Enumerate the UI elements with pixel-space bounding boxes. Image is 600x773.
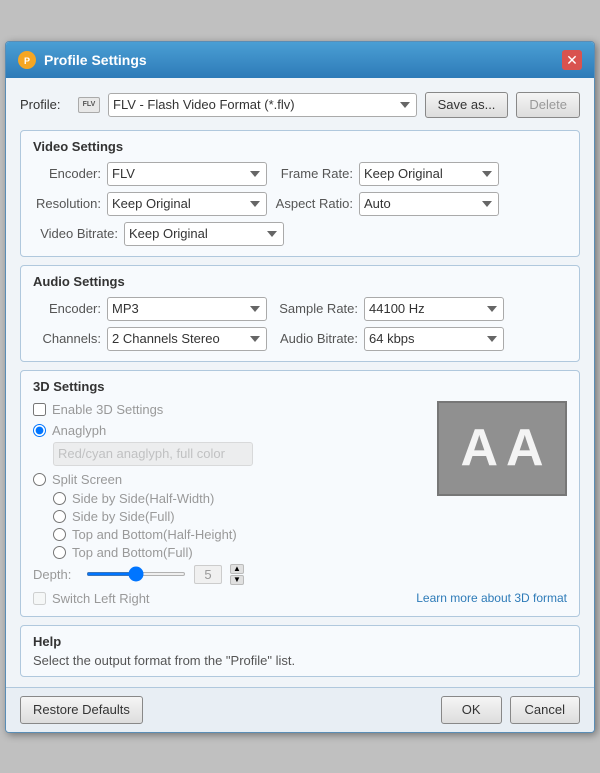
- footer-right-buttons: OK Cancel: [441, 696, 580, 724]
- app-icon: P: [18, 51, 36, 69]
- side-half-radio[interactable]: [53, 492, 66, 505]
- video-settings-title: Video Settings: [33, 139, 567, 154]
- title-bar-left: P Profile Settings: [18, 51, 147, 69]
- audio-encoder-select[interactable]: MP3: [107, 297, 267, 321]
- preview-letter-right: A: [506, 418, 544, 478]
- svg-text:P: P: [24, 56, 30, 66]
- audio-form-grid: Encoder: MP3 Sample Rate: 44100 Hz Chann…: [33, 297, 567, 351]
- profile-settings-dialog: P Profile Settings ✕ Profile: FLV FLV - …: [5, 41, 595, 733]
- framerate-select[interactable]: Keep Original: [359, 162, 499, 186]
- audio-bitrate-label: Audio Bitrate:: [273, 331, 358, 346]
- video-settings-section: Video Settings Encoder: FLV Frame Rate: …: [20, 130, 580, 257]
- depth-value: 5: [194, 565, 222, 584]
- 3d-settings-title: 3D Settings: [33, 379, 567, 394]
- ok-button[interactable]: OK: [441, 696, 502, 724]
- preview-letter-left: A: [460, 418, 498, 478]
- video-bitrate-label: Video Bitrate:: [33, 226, 118, 241]
- top-half-row: Top and Bottom(Half-Height): [53, 527, 567, 542]
- anaglyph-label: Anaglyph: [52, 423, 106, 438]
- video-encoder-select[interactable]: FLV: [107, 162, 267, 186]
- resolution-label: Resolution:: [33, 196, 101, 211]
- enable-3d-label: Enable 3D Settings: [52, 402, 163, 417]
- switch-left-right-checkbox: [33, 592, 46, 605]
- depth-slider[interactable]: [86, 572, 186, 576]
- enable-3d-checkbox[interactable]: [33, 403, 46, 416]
- aspect-ratio-label: Aspect Ratio:: [273, 196, 353, 211]
- 3d-settings-section: 3D Settings A A Enable 3D Settings Anagl…: [20, 370, 580, 617]
- depth-row: Depth: 5 ▲ ▼: [33, 564, 567, 585]
- split-screen-radio[interactable]: [33, 473, 46, 486]
- audio-settings-section: Audio Settings Encoder: MP3 Sample Rate:…: [20, 265, 580, 362]
- channels-row: Channels: 2 Channels Stereo Audio Bitrat…: [33, 327, 567, 351]
- depth-down-button[interactable]: ▼: [230, 575, 244, 585]
- help-title: Help: [33, 634, 567, 649]
- resolution-row: Resolution: Keep Original Aspect Ratio: …: [33, 192, 567, 216]
- top-half-radio[interactable]: [53, 528, 66, 541]
- depth-label: Depth:: [33, 567, 78, 582]
- aspect-ratio-select[interactable]: Auto: [359, 192, 499, 216]
- top-full-row: Top and Bottom(Full): [53, 545, 567, 560]
- switch-left-right-label: Switch Left Right: [52, 591, 150, 606]
- channels-select[interactable]: 2 Channels Stereo: [107, 327, 267, 351]
- switch-left-right-container: Switch Left Right: [33, 591, 150, 606]
- resolution-select[interactable]: Keep Original: [107, 192, 267, 216]
- depth-up-button[interactable]: ▲: [230, 564, 244, 574]
- side-full-label: Side by Side(Full): [72, 509, 175, 524]
- 3d-preview: A A: [437, 401, 567, 496]
- top-half-label: Top and Bottom(Half-Height): [72, 527, 237, 542]
- video-bitrate-select[interactable]: Keep Original: [124, 222, 284, 246]
- split-screen-label: Split Screen: [52, 472, 122, 487]
- dialog-footer: Restore Defaults OK Cancel: [6, 687, 594, 732]
- audio-bitrate-select[interactable]: 64 kbps: [364, 327, 504, 351]
- video-form-grid: Encoder: FLV Frame Rate: Keep Original R…: [33, 162, 567, 246]
- video-encoder-row: Encoder: FLV Frame Rate: Keep Original: [33, 162, 567, 186]
- depth-spinners: ▲ ▼: [230, 564, 244, 585]
- delete-button[interactable]: Delete: [516, 92, 580, 118]
- sample-rate-select[interactable]: 44100 Hz: [364, 297, 504, 321]
- learn-more-link[interactable]: Learn more about 3D format: [416, 591, 567, 605]
- top-full-radio[interactable]: [53, 546, 66, 559]
- close-button[interactable]: ✕: [562, 50, 582, 70]
- profile-select[interactable]: FLV - Flash Video Format (*.flv): [108, 93, 417, 117]
- audio-encoder-row: Encoder: MP3 Sample Rate: 44100 Hz: [33, 297, 567, 321]
- cancel-button[interactable]: Cancel: [510, 696, 580, 724]
- help-text: Select the output format from the "Profi…: [33, 653, 567, 668]
- title-bar: P Profile Settings ✕: [6, 42, 594, 78]
- help-section: Help Select the output format from the "…: [20, 625, 580, 677]
- anaglyph-type-select: Red/cyan anaglyph, full color: [53, 442, 253, 466]
- side-half-label: Side by Side(Half-Width): [72, 491, 214, 506]
- anaglyph-radio[interactable]: [33, 424, 46, 437]
- profile-label: Profile:: [20, 97, 70, 112]
- encoder-label: Encoder:: [33, 166, 101, 181]
- side-full-row: Side by Side(Full): [53, 509, 567, 524]
- profile-format-icon: FLV: [78, 97, 100, 113]
- dialog-title: Profile Settings: [44, 52, 147, 68]
- sample-rate-label: Sample Rate:: [273, 301, 358, 316]
- video-bitrate-row: Video Bitrate: Keep Original: [33, 222, 567, 246]
- audio-encoder-label: Encoder:: [33, 301, 101, 316]
- save-as-button[interactable]: Save as...: [425, 92, 509, 118]
- profile-row: Profile: FLV FLV - Flash Video Format (*…: [20, 88, 580, 122]
- channels-label: Channels:: [33, 331, 101, 346]
- restore-defaults-button[interactable]: Restore Defaults: [20, 696, 143, 724]
- top-full-label: Top and Bottom(Full): [72, 545, 193, 560]
- framerate-label: Frame Rate:: [273, 166, 353, 181]
- dialog-content: Profile: FLV FLV - Flash Video Format (*…: [6, 78, 594, 687]
- audio-settings-title: Audio Settings: [33, 274, 567, 289]
- side-full-radio[interactable]: [53, 510, 66, 523]
- switch-row: Switch Left Right Learn more about 3D fo…: [33, 591, 567, 606]
